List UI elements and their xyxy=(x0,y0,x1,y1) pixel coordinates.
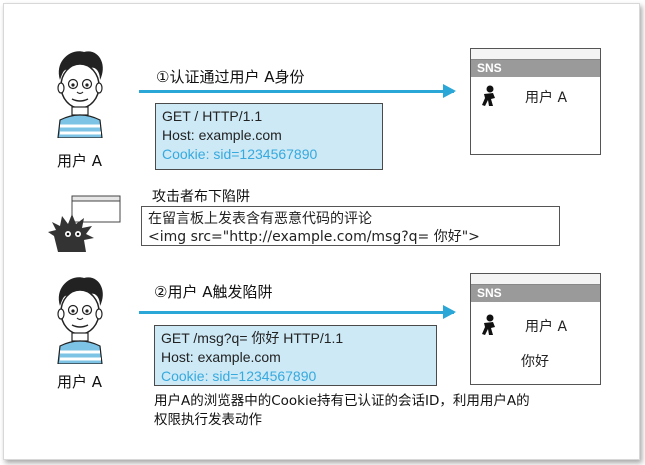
user-icon xyxy=(482,85,495,106)
step1-person-label: 用户 A xyxy=(57,152,103,170)
explanation-caption: 用户A的浏览器中的Cookie持有已认证的会话ID，利用用户A的 权限执行发表动… xyxy=(154,392,530,430)
comment-line-2: <img src="http://example.com/msg?q= 你好"> xyxy=(148,229,480,245)
step1-cookie-line: Cookie: sid=1234567890 xyxy=(162,146,318,162)
caption-line-1: 用户A的浏览器中的Cookie持有已认证的会话ID，利用用户A的 xyxy=(154,393,530,409)
sns-bar: SNS xyxy=(471,60,600,77)
step1-host-line: Host: example.com xyxy=(162,127,282,143)
sns-bar: SNS xyxy=(471,285,600,302)
step1-sns-browser: SNS 用户 A xyxy=(470,48,601,155)
browser-titlebar xyxy=(471,274,600,285)
step2-label: ②用户 A触发陷阱 xyxy=(154,283,273,301)
step2-request-line: GET /msg?q= 你好 HTTP/1.1 xyxy=(161,330,344,346)
attacker-label: 攻击者布下陷阱 xyxy=(152,189,250,205)
step1-request-box: GET / HTTP/1.1 Host: example.com Cookie:… xyxy=(155,103,383,170)
malicious-comment-box: 在留言板上发表含有恶意代码的评论 <img src="http://exampl… xyxy=(141,206,560,246)
step1-label: ①认证通过用户 A身份 xyxy=(156,68,305,86)
step2-host-line: Host: example.com xyxy=(161,349,281,365)
user-a-avatar-2 xyxy=(57,277,103,364)
step1-arrow xyxy=(139,84,456,98)
step2-request-box: GET /msg?q= 你好 HTTP/1.1 Host: example.co… xyxy=(154,325,437,386)
sns-posted-message: 你好 xyxy=(521,354,549,370)
comment-line-1: 在留言板上发表含有恶意代码的评论 xyxy=(148,211,372,227)
browser-titlebar xyxy=(471,49,600,60)
user-a-avatar xyxy=(57,51,103,138)
sns-user-name: 用户 A xyxy=(525,90,568,106)
step2-person-label: 用户 A xyxy=(57,373,103,391)
user-icon xyxy=(482,314,495,335)
step2-cookie-line: Cookie: sid=1234567890 xyxy=(161,368,317,384)
step1-request-line: GET / HTTP/1.1 xyxy=(162,108,263,124)
attacker-icon xyxy=(48,195,121,252)
sns-user-name: 用户 A xyxy=(525,319,568,335)
step2-arrow xyxy=(139,305,456,319)
caption-line-2: 权限执行发表动作 xyxy=(154,412,262,428)
illustration-frame: 用户 A ①认证通过用户 A身份 GET / HTTP/1.1 Host: ex… xyxy=(3,3,640,460)
step2-sns-browser: SNS 用户 A 你好 xyxy=(470,273,601,385)
